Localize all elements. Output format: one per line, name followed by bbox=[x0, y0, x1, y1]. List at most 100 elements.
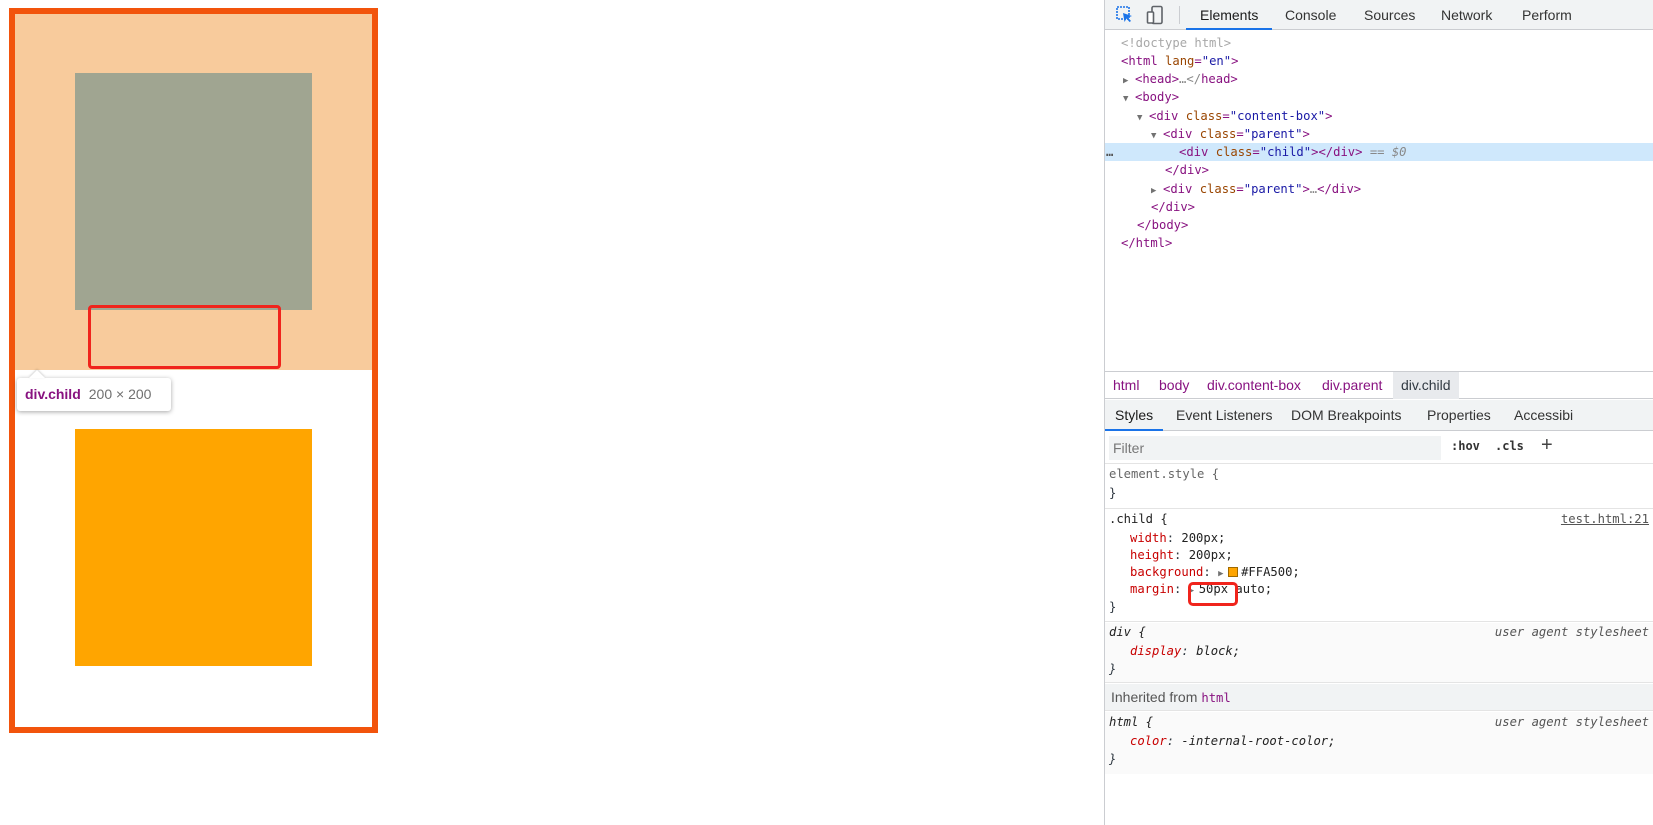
tree-div-parent[interactable]: ▼ <div class="parent"> bbox=[1105, 125, 1653, 143]
breadcrumb-content-box[interactable]: div.content-box bbox=[1199, 372, 1309, 399]
prop-value: 200px; bbox=[1188, 548, 1233, 562]
breadcrumb-child[interactable]: div.child bbox=[1393, 372, 1459, 399]
inspect-element-icon[interactable] bbox=[1115, 5, 1135, 25]
decl-background[interactable]: background: ▶ #FFA500; bbox=[1130, 564, 1300, 581]
doctype-text: <!doctype html> bbox=[1121, 36, 1232, 50]
class-toggle[interactable]: .cls bbox=[1495, 439, 1524, 453]
tab-accessibility[interactable]: Accessibi bbox=[1504, 400, 1583, 431]
devtools-tab-bar: Elements Console Sources Network Perform bbox=[1105, 0, 1653, 30]
class-attr-value: "child" bbox=[1259, 145, 1312, 159]
device-toolbar-icon[interactable] bbox=[1146, 5, 1166, 25]
source-link[interactable]: test.html:21 bbox=[1561, 511, 1649, 528]
tree-close-div-content-box[interactable]: </div> bbox=[1105, 198, 1653, 216]
tab-properties[interactable]: Properties bbox=[1417, 400, 1501, 431]
tree-head[interactable]: ▶ <head>…</head> bbox=[1105, 70, 1653, 88]
prop-value: #FFA500; bbox=[1241, 565, 1300, 579]
close-div-tag: </div> bbox=[1317, 182, 1362, 196]
html-attr-value: "en" bbox=[1201, 54, 1232, 68]
user-agent-label: user agent stylesheet bbox=[1494, 715, 1649, 729]
prop-value: -internal-root-color; bbox=[1181, 734, 1336, 748]
more-actions-icon[interactable]: … bbox=[1106, 143, 1113, 161]
class-attr-value: "content-box" bbox=[1229, 109, 1326, 123]
prop-value: 200px; bbox=[1181, 531, 1226, 545]
new-style-rule-icon[interactable]: + bbox=[1541, 434, 1553, 457]
tab-performance[interactable]: Perform bbox=[1508, 0, 1586, 30]
annotation-margin-value-box bbox=[1188, 582, 1238, 606]
html-selector[interactable]: html { bbox=[1109, 714, 1153, 731]
inherited-label: Inherited from bbox=[1111, 689, 1198, 705]
element-inspect-tooltip: div.child 200 × 200 bbox=[17, 378, 171, 411]
tree-close-html[interactable]: </html> bbox=[1105, 234, 1653, 252]
class-attr-name: class bbox=[1215, 145, 1253, 159]
head-collapsed-text: …</ bbox=[1179, 72, 1202, 86]
class-attr-name: class bbox=[1199, 182, 1237, 196]
tree-html[interactable]: <html lang="en"> bbox=[1105, 52, 1653, 70]
close-html-tag: </html> bbox=[1121, 236, 1173, 250]
class-attr-name: class bbox=[1185, 109, 1223, 123]
prop-value-left-right: auto; bbox=[1235, 582, 1273, 596]
prop-name: margin bbox=[1130, 582, 1175, 596]
decl-height[interactable]: height: 200px; bbox=[1130, 547, 1233, 564]
tree-doctype[interactable]: <!doctype html> bbox=[1105, 34, 1653, 52]
inherited-tag-link[interactable]: html bbox=[1201, 691, 1230, 705]
tree-close-body[interactable]: </body> bbox=[1105, 216, 1653, 234]
child-content-highlight bbox=[75, 73, 312, 310]
rule-close-brace: } bbox=[1109, 752, 1117, 766]
tab-network[interactable]: Network bbox=[1427, 0, 1506, 30]
rule-element-style: element.style { } bbox=[1105, 465, 1653, 509]
html-tag-name: html bbox=[1128, 54, 1158, 68]
close-body-tag: </body> bbox=[1137, 218, 1189, 232]
class-attr-value: "parent" bbox=[1243, 127, 1303, 141]
devtools-panel: Elements Console Sources Network Perform… bbox=[1104, 0, 1653, 825]
div-tag-name: div bbox=[1170, 127, 1193, 141]
hover-state-toggle[interactable]: :hov bbox=[1451, 439, 1480, 453]
html-attr-name: lang bbox=[1165, 54, 1195, 68]
styles-filter-input[interactable] bbox=[1109, 436, 1441, 460]
rule-div-user-agent: div { user agent stylesheet display: blo… bbox=[1105, 623, 1653, 683]
prop-value: block; bbox=[1196, 644, 1241, 658]
tree-div-parent-collapsed[interactable]: ▶ <div class="parent">…</div> bbox=[1105, 180, 1653, 198]
tree-close-div-parent[interactable]: </div> bbox=[1105, 161, 1653, 179]
div-selector[interactable]: div { bbox=[1109, 624, 1146, 641]
elements-dom-tree: <!doctype html> <html lang="en"> ▶ <head>… bbox=[1105, 33, 1653, 369]
toolbar-separator bbox=[1179, 6, 1180, 24]
element-style-selector[interactable]: element.style { bbox=[1109, 466, 1219, 483]
div-tag-name: div bbox=[1186, 145, 1209, 159]
tab-event-listeners[interactable]: Event Listeners bbox=[1166, 400, 1283, 431]
annotation-margin-box bbox=[88, 305, 281, 369]
tab-console[interactable]: Console bbox=[1271, 0, 1350, 30]
child-selector[interactable]: .child { bbox=[1109, 511, 1168, 528]
tab-styles[interactable]: Styles bbox=[1105, 400, 1164, 431]
rule-close-brace: } bbox=[1109, 662, 1117, 676]
decl-color: color: -internal-root-color; bbox=[1130, 734, 1336, 748]
tree-div-child-selected[interactable]: … <div class="child"></div> == $0 bbox=[1105, 143, 1653, 161]
class-attr-value: "parent" bbox=[1243, 182, 1303, 196]
head-tag-name: head bbox=[1142, 72, 1172, 86]
breadcrumb-html[interactable]: html bbox=[1105, 372, 1147, 399]
prop-name: color bbox=[1130, 734, 1167, 748]
dollar-zero-marker: $0 bbox=[1391, 145, 1407, 159]
tree-div-content-box[interactable]: ▼ <div class="content-box"> bbox=[1105, 107, 1653, 125]
tab-dom-breakpoints[interactable]: DOM Breakpoints bbox=[1281, 400, 1411, 431]
tooltip-element-name: div.child bbox=[25, 386, 81, 402]
tab-elements[interactable]: Elements bbox=[1186, 0, 1273, 30]
breadcrumb-parent[interactable]: div.parent bbox=[1314, 372, 1390, 399]
page-viewport: div.child 200 × 200 bbox=[0, 0, 1104, 825]
head-close-tag: head bbox=[1201, 72, 1231, 86]
styles-filter-bar: :hov .cls + bbox=[1105, 432, 1653, 464]
rule-child: .child { test.html:21 width: 200px; heig… bbox=[1105, 510, 1653, 622]
class-attr-name: class bbox=[1199, 127, 1237, 141]
close-div-tag: </div> bbox=[1151, 200, 1196, 214]
prop-name: width bbox=[1130, 531, 1167, 545]
tab-sources[interactable]: Sources bbox=[1350, 0, 1429, 30]
decl-width[interactable]: width: 200px; bbox=[1130, 530, 1225, 547]
breadcrumb-body[interactable]: body bbox=[1151, 372, 1197, 399]
tree-body[interactable]: ▼ <body> bbox=[1105, 88, 1653, 106]
decl-display: display: block; bbox=[1130, 644, 1241, 658]
prop-name: display bbox=[1130, 644, 1182, 658]
styles-subtab-bar: Styles Event Listeners DOM Breakpoints P… bbox=[1105, 400, 1653, 431]
color-swatch[interactable] bbox=[1228, 567, 1239, 577]
collapse-triangle-icon[interactable]: ▼ bbox=[1123, 90, 1135, 108]
rule-close-brace: } bbox=[1109, 486, 1117, 500]
second-child-box bbox=[75, 429, 312, 666]
